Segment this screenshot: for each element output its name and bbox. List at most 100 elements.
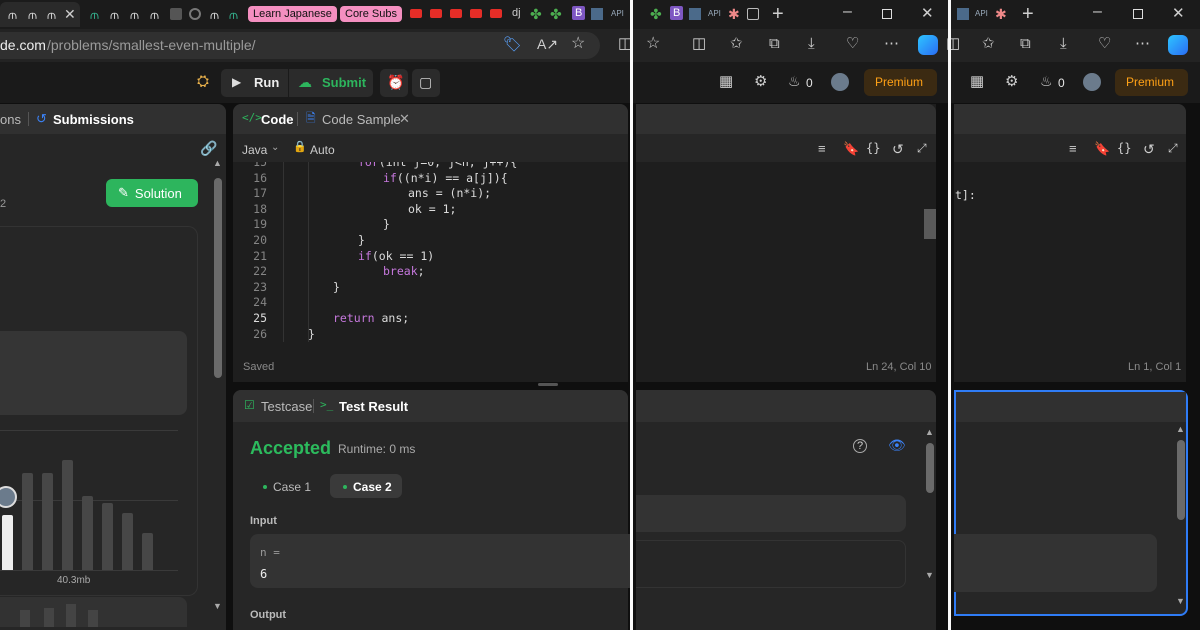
tab-b[interactable]: B [670, 6, 684, 20]
close-tab-icon[interactable]: ✕ [399, 112, 410, 125]
minimize-icon[interactable]: – [1093, 4, 1102, 20]
tab-favicon-icon[interactable]: ⫙ [8, 8, 17, 21]
eye-icon[interactable]: 👁 [888, 438, 906, 452]
test-scrollbar-thumb[interactable] [926, 443, 934, 493]
format-icon[interactable]: ≡ [1069, 142, 1077, 155]
memory-bar[interactable] [122, 513, 133, 570]
format-icon[interactable]: ≡ [818, 142, 826, 155]
code-line[interactable]: 23} [233, 280, 628, 296]
minimize-icon[interactable]: – [843, 4, 852, 20]
restore-icon[interactable] [882, 9, 892, 19]
tab-actions-icon[interactable] [747, 8, 759, 20]
avatar[interactable] [1083, 73, 1101, 91]
tab-favicon-icon[interactable] [189, 8, 201, 20]
scroll-down-icon[interactable]: ▼ [213, 602, 222, 611]
tab-favicon-icon[interactable]: ✱ [728, 7, 740, 21]
close-window-icon[interactable]: ✕ [1172, 6, 1185, 21]
tab-api[interactable]: API [975, 9, 988, 18]
tab-api[interactable]: API [708, 9, 721, 18]
clover-icon[interactable]: ✤ [550, 7, 562, 21]
reset-icon[interactable]: ↺ [1143, 142, 1155, 156]
link-icon[interactable]: 🔗 [200, 141, 217, 155]
downloads-icon[interactable]: ⤓ [1060, 36, 1067, 51]
fullscreen-icon[interactable]: ⤢ [1168, 142, 1178, 154]
debugger-icon[interactable]: ⛭ [197, 74, 209, 89]
clover-icon[interactable]: ✤ [530, 7, 542, 21]
tab-code-sample[interactable]: Code Sample [322, 112, 401, 127]
tab-core-subs[interactable]: Core Subs [340, 6, 402, 22]
tab-testcase[interactable]: Testcase [261, 399, 312, 414]
tab-test-result[interactable]: Test Result [339, 399, 408, 414]
more-menu-icon[interactable]: ⋯ [884, 36, 899, 51]
url-host[interactable]: de.com [0, 37, 46, 53]
reset-icon[interactable]: ↺ [892, 142, 904, 156]
new-tab-icon[interactable]: + [772, 4, 784, 24]
tab-learn-japanese[interactable]: Learn Japanese [248, 6, 337, 22]
close-tab-icon[interactable]: ✕ [64, 7, 76, 21]
code-line[interactable]: 17 ans = (n*i); [233, 186, 628, 202]
editor-scrollbar-thumb[interactable] [924, 209, 936, 239]
tab-favicon-icon[interactable]: ⫙ [90, 8, 99, 21]
scroll-down-icon[interactable]: ▼ [925, 571, 934, 580]
favorites-icon[interactable]: ✩ [730, 36, 743, 51]
scroll-up-icon[interactable]: ▲ [925, 428, 934, 437]
memory-bar[interactable] [82, 496, 93, 570]
settings-gear-icon[interactable]: ⚙ [1005, 74, 1018, 89]
memory-bar[interactable] [62, 460, 73, 570]
grid-apps-icon[interactable]: ▦ [719, 74, 733, 89]
collections-icon[interactable]: ⧉ [769, 36, 780, 51]
tab-favicon-icon[interactable] [591, 8, 603, 20]
url-path[interactable]: /problems/smallest-even-multiple/ [47, 37, 256, 53]
bookmark-icon[interactable]: 🔖 [843, 142, 859, 155]
tab-favicon-icon[interactable] [689, 8, 701, 20]
code-line[interactable]: 26} [233, 327, 628, 343]
tab-fragment[interactable]: ons [0, 112, 21, 127]
tab-code[interactable]: Code [261, 112, 294, 127]
close-window-icon[interactable]: ✕ [921, 6, 934, 21]
tab-favicon-icon[interactable]: ⫙ [150, 8, 159, 21]
tab-dj[interactable]: dj [512, 7, 521, 19]
split-screen-icon[interactable]: ◫ [692, 36, 706, 51]
tab-favicon-icon[interactable]: ⫙ [210, 8, 219, 21]
more-menu-icon[interactable]: ⋯ [1135, 36, 1150, 51]
tab-favicon-icon[interactable]: ⫙ [28, 8, 37, 21]
code-line[interactable]: 19} [233, 217, 628, 233]
code-line[interactable]: 15 for(int j=0; j<n; j++){ [233, 162, 628, 171]
tab-favicon-icon[interactable]: ✱ [995, 7, 1007, 21]
grid-apps-icon[interactable]: ▦ [970, 74, 984, 89]
tab-favicon-icon[interactable]: ⫙ [110, 8, 119, 21]
youtube-icon[interactable] [450, 9, 462, 18]
browser-essentials-icon[interactable]: ♡ [1098, 36, 1111, 51]
streak-flame-icon[interactable]: ♨ [1040, 74, 1053, 88]
scroll-down-icon[interactable]: ▼ [1176, 597, 1185, 606]
tab-favicon-icon[interactable]: ⫙ [229, 8, 238, 21]
code-line[interactable]: 21 if(ok == 1) [233, 249, 628, 265]
memory-bar[interactable] [102, 503, 113, 570]
memory-bar[interactable] [42, 473, 53, 570]
bookmark-icon[interactable]: 🔖 [1094, 142, 1110, 155]
favorite-star-icon[interactable]: ☆ [571, 36, 585, 52]
tab-api[interactable]: API [611, 9, 624, 18]
tab-b[interactable]: B [572, 6, 586, 20]
youtube-icon[interactable] [430, 9, 442, 18]
streak-flame-icon[interactable]: ♨ [788, 74, 801, 88]
browser-essentials-icon[interactable]: ♡ [846, 36, 859, 51]
memory-bar[interactable] [22, 473, 33, 570]
scroll-up-icon[interactable]: ▲ [1176, 425, 1185, 434]
new-tab-icon[interactable]: + [1022, 4, 1034, 24]
youtube-icon[interactable] [490, 9, 502, 18]
read-aloud-icon[interactable]: A↗ [537, 37, 558, 51]
panel-resize-handle[interactable] [538, 383, 558, 386]
tab-favicon-icon[interactable]: ⫙ [130, 8, 139, 21]
braces-icon[interactable]: {} [866, 142, 880, 154]
solution-button[interactable]: ✎ Solution [106, 179, 198, 207]
code-line[interactable]: 22 break; [233, 264, 628, 280]
code-line[interactable]: 24 [233, 295, 628, 311]
code-line[interactable]: 25 return ans; [233, 311, 628, 327]
copilot-icon[interactable] [1168, 35, 1188, 55]
mode-label[interactable]: Auto [310, 143, 335, 157]
restore-icon[interactable] [1133, 9, 1143, 19]
code-area[interactable]: 15 for(int j=0; j<n; j++){16 if((n*i) == a… [233, 162, 628, 352]
test-scrollbar-thumb[interactable] [1177, 440, 1185, 520]
youtube-icon[interactable] [410, 9, 422, 18]
